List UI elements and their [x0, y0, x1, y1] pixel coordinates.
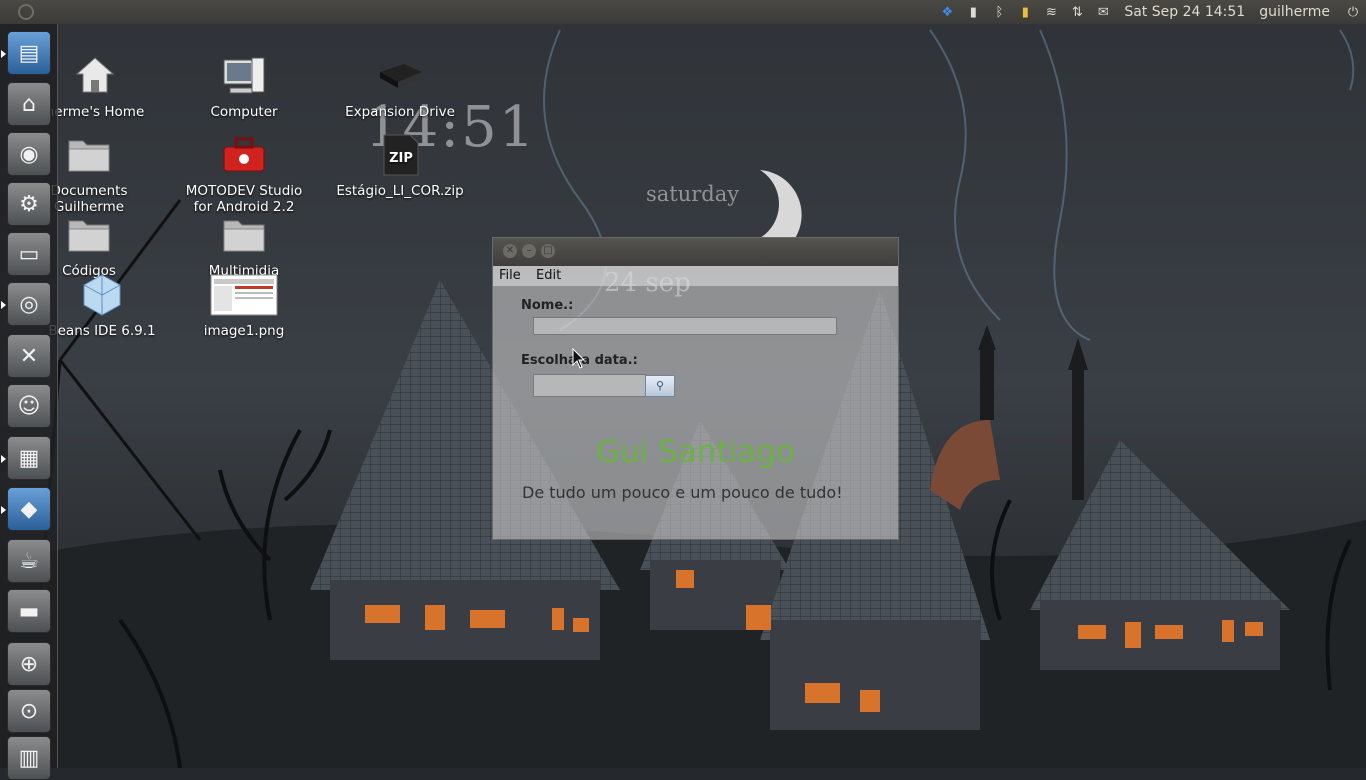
conky-date: 24 sep	[604, 268, 691, 298]
desktop-icon-zip[interactable]: ZIP Estágio_LI_COR.zip	[325, 131, 475, 199]
desktop-icon-label: Beans IDE 6.9.1	[48, 323, 156, 339]
name-label: Nome.:	[521, 298, 574, 313]
folder-icon	[68, 140, 110, 172]
home-folder-icon[interactable]: ⌂	[7, 82, 51, 126]
desktop-icon-motodev[interactable]: MOTODEV Studio for Android 2.2	[169, 131, 319, 215]
desktop-icon-multimidia[interactable]: Multimidia	[169, 211, 319, 279]
top-panel: ❖ ▮ ᛒ ▮ ≋ ⇅ ✉ Sat Sep 24 14:51 guilherme…	[0, 0, 1366, 24]
menu-file[interactable]: File	[499, 268, 521, 283]
wifi-icon[interactable]: ≋	[1038, 0, 1064, 24]
menu-bar: File Edit	[493, 266, 898, 286]
panel-clock[interactable]: Sat Sep 24 14:51	[1124, 4, 1245, 20]
menu-edit[interactable]: Edit	[536, 268, 561, 283]
toolbox-icon	[223, 137, 265, 172]
folder-icon	[223, 220, 265, 252]
trash-icon[interactable]: ▥	[7, 736, 51, 780]
bluetooth-icon[interactable]: ᛒ	[986, 0, 1012, 24]
system-tray: ❖ ▮ ᛒ ▮ ≋ ⇅ ✉ Sat Sep 24 14:51 guilherme…	[934, 0, 1366, 24]
maximize-icon[interactable]: □	[541, 244, 555, 258]
netbeans-icon[interactable]: ◆	[1, 487, 51, 531]
desktop-icon-expansion-drive[interactable]: Expansion Drive	[325, 52, 475, 120]
drive-icon	[380, 64, 422, 88]
session-icon[interactable]: ⏻	[1340, 0, 1366, 24]
system-settings-icon[interactable]: ⚙	[7, 182, 51, 226]
name-field[interactable]	[533, 317, 837, 335]
computer-icon	[223, 57, 265, 94]
window-controls-icon[interactable]	[18, 4, 34, 20]
mail-icon[interactable]: ✉	[1090, 0, 1116, 24]
brand-title: Gui Santiago	[596, 434, 795, 470]
java-icon[interactable]: ☕	[7, 539, 51, 583]
empathy-icon[interactable]: ☺	[7, 384, 51, 428]
screenshot-icon[interactable]: ▦	[1, 436, 51, 480]
ubuntu-software-icon[interactable]: ◉	[7, 132, 51, 176]
terminal-icon[interactable]: ▭	[7, 232, 51, 276]
calendar-picker-icon[interactable]: ⚲	[645, 375, 675, 397]
xampp-icon[interactable]: ✕	[7, 334, 51, 378]
disk-utility-icon[interactable]: ◎	[1, 282, 51, 326]
workspace-switcher-icon[interactable]: ▬	[7, 589, 51, 633]
power-charge-icon[interactable]: ▮	[1012, 0, 1038, 24]
desktop-icon-label: Computer	[210, 104, 278, 120]
window-titlebar[interactable]: ✕ – □	[493, 238, 898, 266]
zoom-in-icon[interactable]: ⊕	[7, 642, 51, 686]
home-icon	[75, 57, 115, 93]
desktop-icon-label: image1.png	[203, 323, 285, 339]
svg-text:ZIP: ZIP	[389, 151, 413, 166]
launcher: ▤ ⌂ ◉ ⚙ ▭ ◎ ✕ ☺ ▦ ◆ ☕ ▬ ⊕ ⊙ ▥	[0, 24, 58, 780]
zoom-search-icon[interactable]: ⊙	[7, 689, 51, 733]
brand-subtitle: De tudo um pouco e um pouco de tudo!	[522, 483, 843, 502]
minimize-icon[interactable]: –	[522, 244, 536, 258]
zip-icon: ZIP	[383, 134, 419, 176]
desktop-icon-image1[interactable]: image1.png	[169, 271, 319, 339]
app-window: ✕ – □ File Edit Nome.: Escolha a data.: …	[492, 237, 899, 540]
close-icon[interactable]: ✕	[503, 244, 517, 258]
network-icon[interactable]: ⇅	[1064, 0, 1090, 24]
mouse-cursor-icon	[572, 348, 586, 369]
desktop-icon-computer[interactable]: Computer	[169, 52, 319, 120]
libreoffice-writer-icon[interactable]: ▤	[1, 31, 51, 75]
battery-icon[interactable]: ▮	[960, 0, 986, 24]
netbeans-icon	[83, 274, 121, 316]
conky-day: saturday	[646, 182, 740, 206]
date-field[interactable]	[533, 374, 646, 397]
desktop-icon-label: Estágio_LI_COR.zip	[336, 183, 464, 199]
desktop-icon-label: Expansion Drive	[345, 104, 455, 120]
image-icon	[210, 274, 278, 316]
dropbox-icon[interactable]: ❖	[934, 0, 960, 24]
folder-icon	[68, 220, 110, 252]
panel-user[interactable]: guilherme	[1259, 4, 1330, 20]
desktop-icon-label: herme's Home	[45, 104, 145, 120]
